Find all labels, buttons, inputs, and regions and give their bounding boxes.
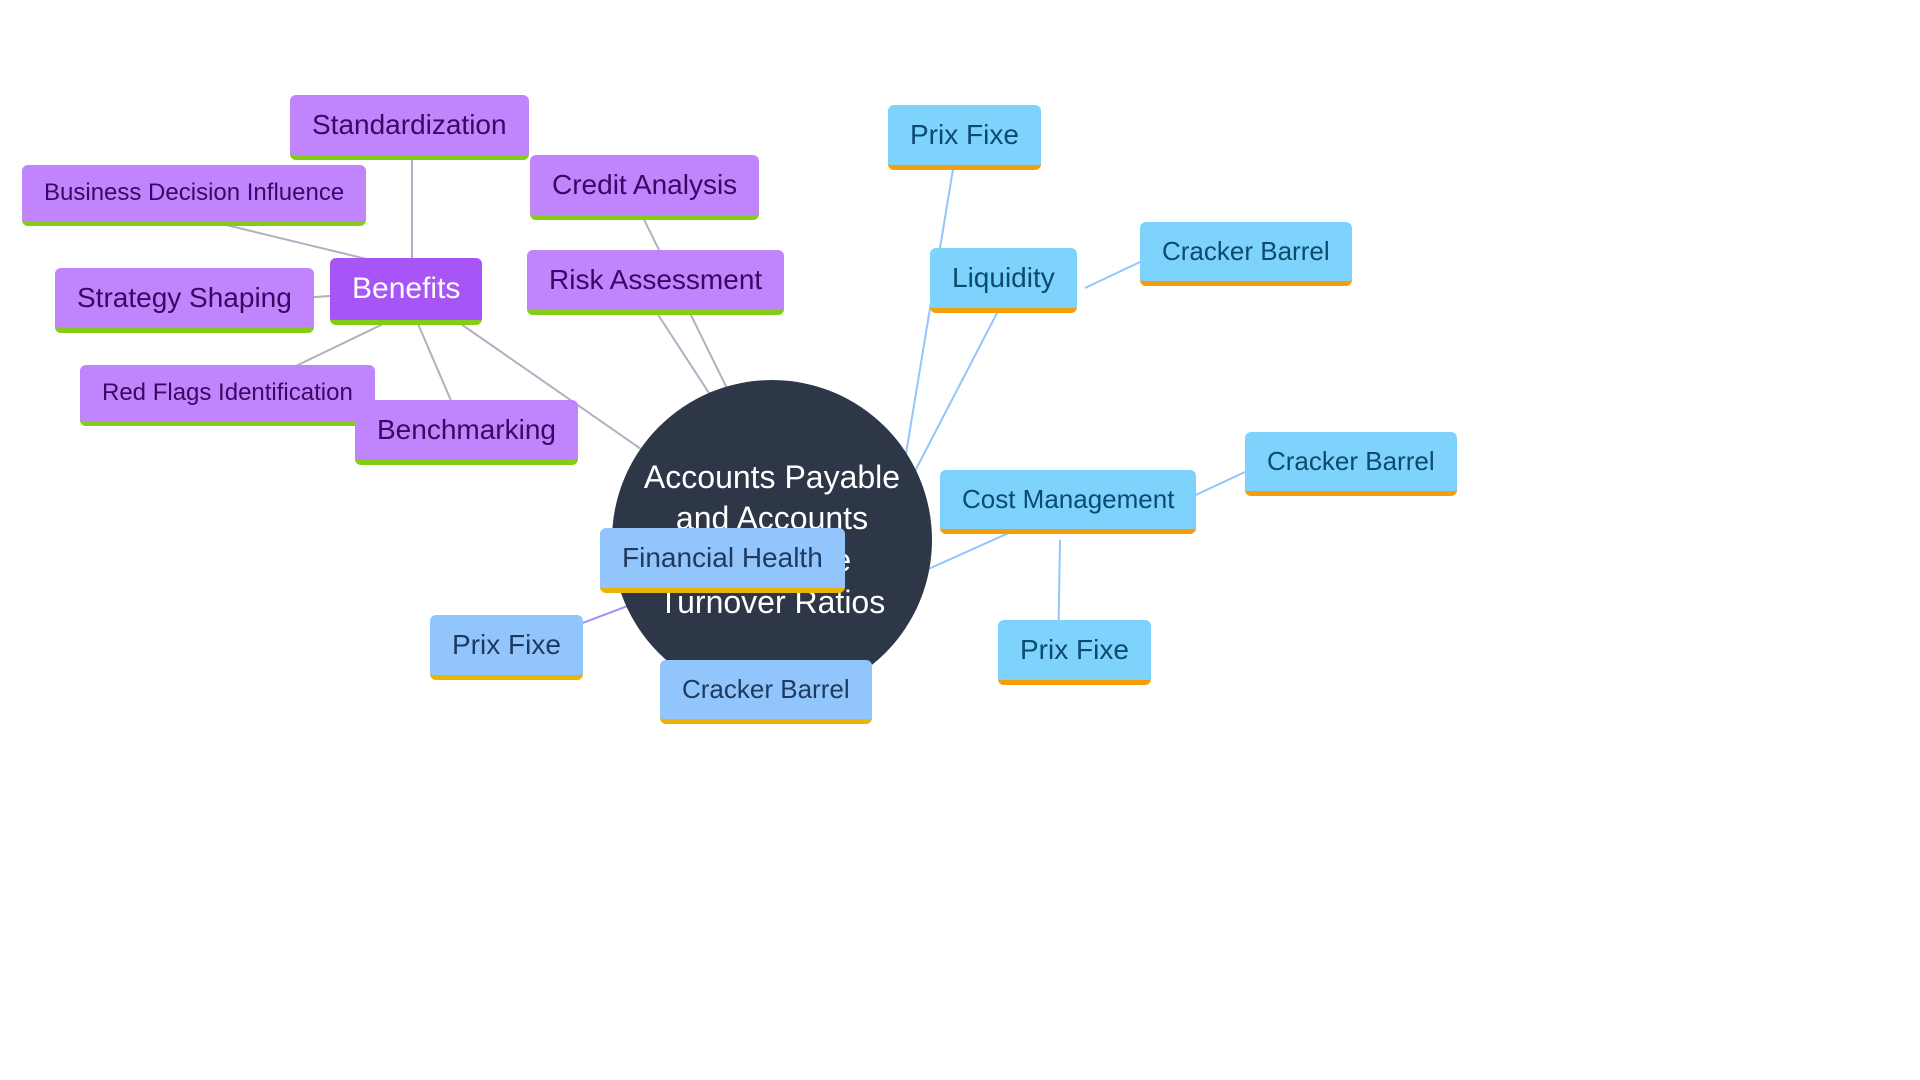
benchmarking-node[interactable]: Benchmarking bbox=[355, 400, 578, 465]
prix-fixe-bot-node[interactable]: Prix Fixe bbox=[998, 620, 1151, 685]
financial-health-node[interactable]: Financial Health bbox=[600, 528, 845, 593]
standardization-node[interactable]: Standardization bbox=[290, 95, 529, 160]
benefits-label: Benefits bbox=[352, 272, 460, 305]
prix-fixe-bottom-label: Prix Fixe bbox=[452, 629, 561, 660]
prix-fixe-top-label: Prix Fixe bbox=[910, 119, 1019, 150]
cracker-barrel-top-label: Cracker Barrel bbox=[1162, 236, 1330, 266]
cracker-barrel-top-node[interactable]: Cracker Barrel bbox=[1140, 222, 1352, 286]
prix-fixe-top-node[interactable]: Prix Fixe bbox=[888, 105, 1041, 170]
cracker-barrel-mid-label: Cracker Barrel bbox=[1267, 446, 1435, 476]
prix-fixe-bot-label: Prix Fixe bbox=[1020, 634, 1129, 665]
liquidity-node[interactable]: Liquidity bbox=[930, 248, 1077, 313]
cracker-barrel-bottom-label: Cracker Barrel bbox=[682, 674, 850, 704]
credit-analysis-node[interactable]: Credit Analysis bbox=[530, 155, 759, 220]
strategy-shaping-label: Strategy Shaping bbox=[77, 282, 292, 313]
business-decision-label: Business Decision Influence bbox=[44, 179, 344, 206]
red-flags-node[interactable]: Red Flags Identification bbox=[80, 365, 375, 426]
cost-management-label: Cost Management bbox=[962, 484, 1174, 514]
liquidity-label: Liquidity bbox=[952, 262, 1055, 293]
cracker-barrel-bottom-node[interactable]: Cracker Barrel bbox=[660, 660, 872, 724]
cost-management-node[interactable]: Cost Management bbox=[940, 470, 1196, 534]
cracker-barrel-mid-node[interactable]: Cracker Barrel bbox=[1245, 432, 1457, 496]
credit-analysis-label: Credit Analysis bbox=[552, 169, 737, 200]
benefits-node[interactable]: Benefits bbox=[330, 258, 482, 325]
risk-assessment-label: Risk Assessment bbox=[549, 264, 762, 295]
business-decision-node[interactable]: Business Decision Influence bbox=[22, 165, 366, 226]
financial-health-label: Financial Health bbox=[622, 542, 823, 573]
risk-assessment-node[interactable]: Risk Assessment bbox=[527, 250, 784, 315]
strategy-shaping-node[interactable]: Strategy Shaping bbox=[55, 268, 314, 333]
red-flags-label: Red Flags Identification bbox=[102, 379, 353, 406]
prix-fixe-bottom-node[interactable]: Prix Fixe bbox=[430, 615, 583, 680]
standardization-label: Standardization bbox=[312, 109, 507, 140]
benchmarking-label: Benchmarking bbox=[377, 414, 556, 445]
